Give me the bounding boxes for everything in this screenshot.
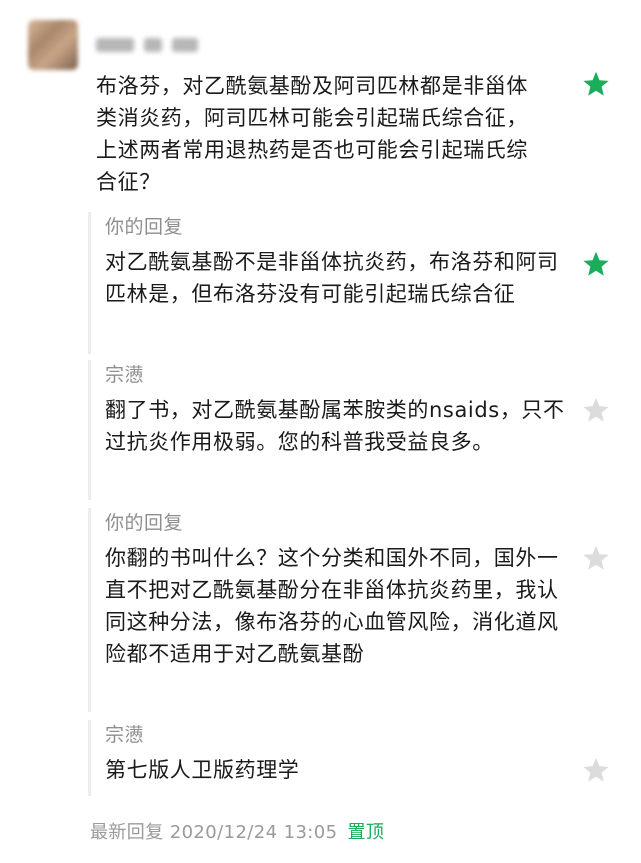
star-shape — [583, 397, 609, 422]
reply-item: 你的回复 对乙酰氨基酚不是非甾体抗炎药，布洛芬和阿司匹林是，但布洛芬没有可能引起… — [88, 212, 575, 354]
reply-text: 对乙酰氨基酚不是非甾体抗炎药，布洛芬和阿司匹林是，但布洛芬没有可能引起瑞氏综合征 — [105, 250, 559, 306]
reply-item: 宗懑 翻了书，对乙酰氨基酚属苯胺类的nsaids，只不过抗炎作用极弱。您的科普我… — [88, 360, 575, 500]
username-blurred — [96, 36, 198, 54]
star-shape — [583, 71, 609, 96]
star-shape — [583, 545, 609, 570]
star-icon[interactable] — [582, 70, 610, 98]
reply-text: 你翻的书叫什么？这个分类和国外不同，国外一直不把对乙酰氨基酚分在非甾体抗炎药里，… — [105, 546, 559, 666]
star-icon[interactable] — [582, 756, 610, 784]
avatar[interactable] — [28, 20, 78, 70]
star-shape — [583, 757, 609, 782]
reply-author: 你的回复 — [105, 512, 184, 534]
pin-button[interactable]: 置顶 — [347, 822, 384, 843]
star-icon[interactable] — [582, 396, 610, 424]
reply-author: 你的回复 — [105, 216, 184, 238]
reply-text: 翻了书，对乙酰氨基酚属苯胺类的nsaids，只不过抗炎作用极弱。您的科普我受益良… — [105, 398, 565, 454]
reply-item: 你的回复 你翻的书叫什么？这个分类和国外不同，国外一直不把对乙酰氨基酚分在非甾体… — [88, 508, 575, 712]
latest-reply-time: 最新回复 2020/12/24 13:05 — [90, 822, 338, 843]
star-shape — [583, 251, 609, 276]
comment-text: 布洛芬，对乙酰氨基酚及阿司匹林都是非甾体类消炎药，阿司匹林可能会引起瑞氏综合征，… — [96, 74, 528, 194]
reply-item: 宗懑 第七版人卫版药理学 — [88, 720, 575, 796]
footer: 最新回复 2020/12/24 13:05 置顶 — [90, 818, 384, 844]
star-icon[interactable] — [582, 250, 610, 278]
reply-author: 宗懑 — [105, 724, 145, 746]
star-icon[interactable] — [582, 544, 610, 572]
reply-author: 宗懑 — [105, 364, 145, 386]
reply-text: 第七版人卫版药理学 — [105, 758, 300, 782]
